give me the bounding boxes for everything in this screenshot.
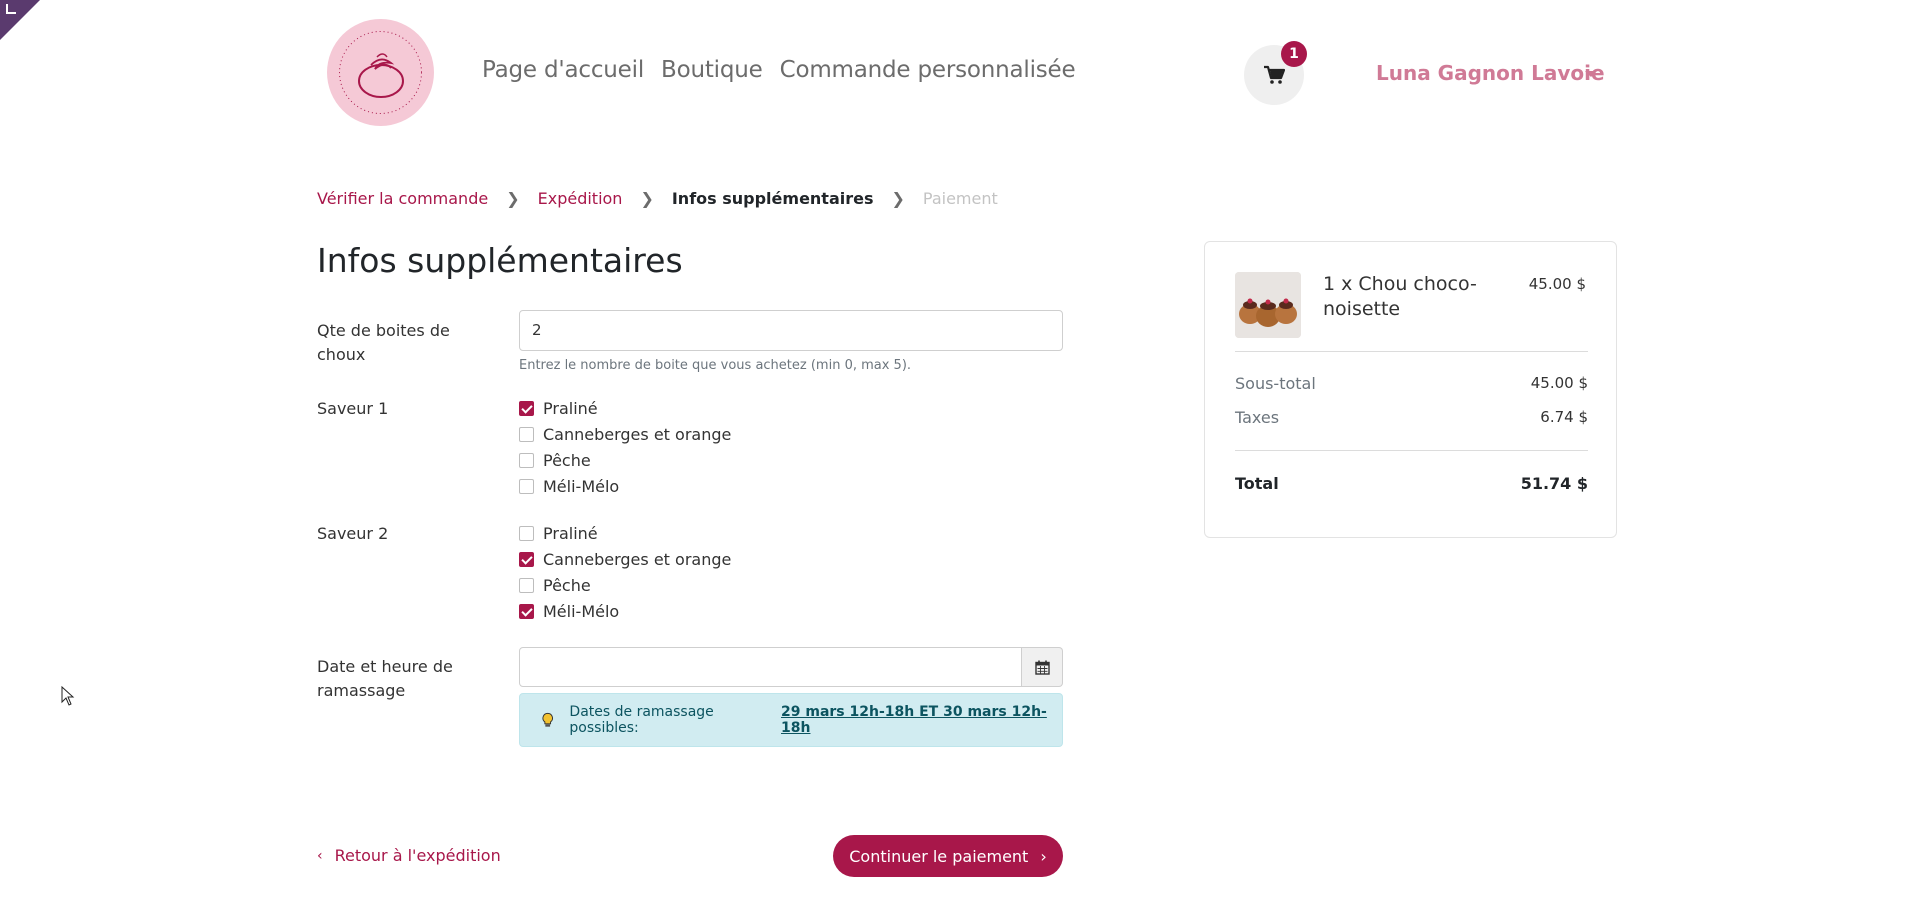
lightbulb-icon	[542, 712, 553, 727]
divider	[1235, 351, 1588, 352]
nav-home-link[interactable]: Page d'accueil	[482, 57, 644, 83]
flavor2-option-praline[interactable]: Praliné	[519, 520, 731, 546]
checkbox[interactable]	[519, 603, 534, 619]
cart-count-badge: 1	[1281, 41, 1307, 67]
cart-icon	[1264, 65, 1285, 84]
flavor1-option-praline[interactable]: Praliné	[519, 395, 731, 421]
option-label: Méli-Mélo	[543, 476, 620, 496]
checkout-breadcrumb: Vérifier la commande ❯ Expédition ❯ Info…	[317, 189, 998, 208]
total-label: Total	[1235, 474, 1279, 493]
checkbox[interactable]	[519, 525, 534, 541]
brand-logo[interactable]	[327, 19, 434, 126]
subtotal-row: Sous-total 45.00 $	[1235, 374, 1588, 393]
mouse-cursor-icon	[61, 686, 75, 706]
pickup-dates-alert: Dates de ramassage possibles: 29 mars 12…	[519, 693, 1063, 747]
checkbox[interactable]	[519, 400, 534, 416]
checkbox[interactable]	[519, 577, 534, 593]
option-label: Pêche	[543, 575, 591, 595]
chevron-left-icon: ‹	[317, 847, 323, 864]
option-label: Canneberges et orange	[543, 549, 732, 569]
option-label: Praliné	[543, 523, 598, 543]
qty-input[interactable]: 2	[519, 310, 1063, 351]
main-nav: Page d'accueil Boutique Commande personn…	[482, 57, 1076, 83]
chevron-right-icon: ❯	[506, 189, 520, 208]
corner-badge	[0, 0, 40, 40]
continue-label: Continuer le paiement	[849, 846, 1029, 866]
calendar-button[interactable]	[1022, 647, 1063, 687]
option-label: Canneberges et orange	[543, 424, 732, 444]
nav-custom-order-link[interactable]: Commande personnalisée	[780, 57, 1076, 83]
qty-help-text: Entrez le nombre de boite que vous achet…	[519, 358, 912, 373]
option-label: Pêche	[543, 450, 591, 470]
back-to-shipping-link[interactable]: ‹ Retour à l'expédition	[317, 846, 501, 865]
breadcrumb-shipping[interactable]: Expédition	[538, 189, 623, 208]
total-row: Total 51.74 $	[1235, 474, 1588, 493]
checkbox[interactable]	[519, 478, 534, 494]
flavor1-option-meli-melo[interactable]: Méli-Mélo	[519, 473, 731, 499]
qty-label: Qte de boites de choux	[317, 321, 450, 364]
checkbox[interactable]	[519, 551, 534, 567]
pickup-date-field	[519, 647, 1063, 687]
total-value: 51.74 $	[1520, 474, 1588, 493]
flavor1-options: Praliné Canneberges et orange Pêche Méli…	[519, 395, 731, 499]
flavor1-option-cranberry-orange[interactable]: Canneberges et orange	[519, 421, 731, 447]
nav-shop-link[interactable]: Boutique	[661, 57, 763, 83]
breadcrumb-extra-info: Infos supplémentaires	[671, 189, 874, 208]
flavor2-options: Praliné Canneberges et orange Pêche Méli…	[519, 520, 731, 624]
taxes-row: Taxes 6.74 $	[1235, 408, 1588, 427]
calendar-icon	[1035, 660, 1050, 675]
flavor1-option-peach[interactable]: Pêche	[519, 447, 731, 473]
continue-payment-button[interactable]: Continuer le paiement ›	[833, 835, 1063, 877]
taxes-label: Taxes	[1235, 408, 1280, 427]
flavor2-option-cranberry-orange[interactable]: Canneberges et orange	[519, 546, 731, 572]
user-menu[interactable]: Luna Gagnon Lavoie	[1376, 61, 1605, 85]
corner-mark-icon	[6, 4, 16, 14]
item-price: 45.00 $	[1528, 275, 1586, 293]
back-label: Retour à l'expédition	[334, 846, 501, 865]
order-summary: 1 x Chou choco-noisette 45.00 $ Sous-tot…	[1204, 241, 1617, 538]
flavor1-label: Saveur 1	[317, 399, 389, 418]
choux-image-icon	[1235, 272, 1301, 338]
flavor2-option-peach[interactable]: Pêche	[519, 572, 731, 598]
page-title: Infos supplémentaires	[317, 241, 683, 280]
taxes-value: 6.74 $	[1540, 408, 1588, 426]
chevron-down-icon[interactable]	[1585, 71, 1597, 77]
item-name: 1 x Chou choco-noisette	[1323, 273, 1477, 320]
option-label: Méli-Mélo	[543, 601, 620, 621]
pickup-dates-link[interactable]: 29 mars 12h-18h ET 30 mars 12h-18h	[781, 704, 1062, 736]
flavor2-label: Saveur 2	[317, 524, 389, 543]
chevron-right-icon: ❯	[891, 189, 905, 208]
flavor2-option-meli-melo[interactable]: Méli-Mélo	[519, 598, 731, 624]
pickup-date-label: Date et heure de ramassage	[317, 657, 453, 700]
option-label: Praliné	[543, 398, 598, 418]
chevron-right-icon: ›	[1040, 846, 1047, 866]
subtotal-value: 45.00 $	[1530, 374, 1588, 392]
checkbox[interactable]	[519, 452, 534, 468]
checkbox[interactable]	[519, 426, 534, 442]
subtotal-label: Sous-total	[1235, 374, 1316, 393]
product-thumbnail	[1235, 272, 1301, 338]
divider	[1235, 450, 1588, 451]
breadcrumb-review-order[interactable]: Vérifier la commande	[317, 189, 488, 208]
pickup-date-input[interactable]	[519, 647, 1022, 687]
alert-text: Dates de ramassage possibles:	[569, 704, 714, 736]
breadcrumb-payment: Paiement	[922, 189, 998, 208]
logo-mark-icon	[339, 31, 422, 114]
chevron-right-icon: ❯	[640, 189, 654, 208]
